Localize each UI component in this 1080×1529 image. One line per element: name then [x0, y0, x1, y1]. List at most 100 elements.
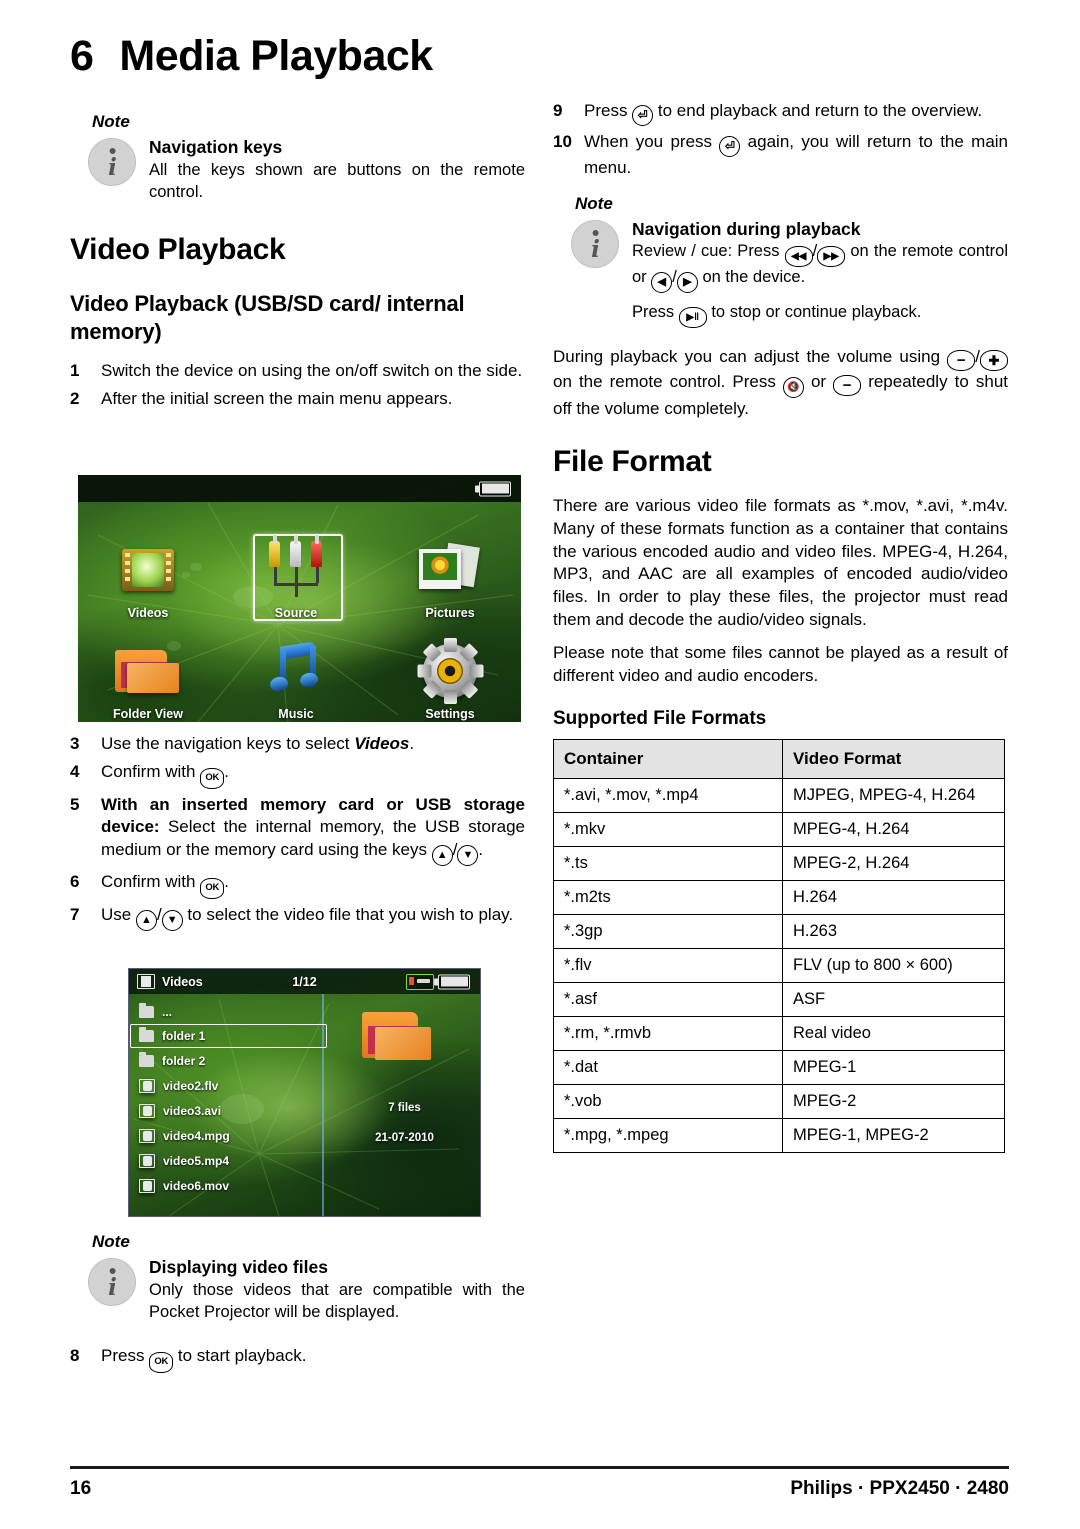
heading-file-format: File Format [553, 444, 712, 478]
rewind-key-icon: ◀◀ [784, 246, 813, 268]
menu-item-source[interactable]: Source [236, 534, 356, 620]
menu-item-label: Settings [425, 707, 475, 721]
list-item[interactable]: video6.mov [129, 1173, 329, 1198]
menu-item-pictures[interactable]: Pictures [390, 534, 510, 620]
file-format-paragraph-1: There are various video file formats as … [553, 496, 1008, 629]
list-item[interactable]: video2.flv [129, 1073, 329, 1098]
note-label: Note [92, 1232, 130, 1251]
menu-item-music[interactable]: Music [236, 635, 356, 721]
table-row: *.avi, *.mov, *.mp4 MJPEG, MPEG-4, H.264 [553, 778, 1005, 814]
menu-item-videos[interactable]: Videos [88, 534, 208, 620]
ok-key-icon: OK [149, 1352, 174, 1374]
note-body-2: Press ▶ǁ to stop or continue playback. [632, 302, 1008, 329]
list-item[interactable]: video3.avi [129, 1098, 329, 1123]
note-label: Note [92, 112, 130, 131]
step-9: 9 Press ⏎ to end playback and return to t… [553, 100, 1008, 126]
table-row: *.3gp H.263 [553, 914, 1005, 950]
table-body: *.avi, *.mov, *.mp4 MJPEG, MPEG-4, H.264 … [553, 778, 1005, 1154]
footer-product: Philips · PPX2450 · 2480 [790, 1478, 1009, 1499]
volume-up-key-icon: ✚ [980, 350, 1008, 372]
list-item[interactable]: ... [129, 999, 329, 1024]
steps-list-3: 9 Press ⏎ to end playback and return to t… [553, 100, 1008, 180]
film-icon [137, 974, 155, 989]
step-6: 6 Confirm with OK. [70, 871, 525, 899]
list-item[interactable]: video4.mpg [129, 1123, 329, 1148]
menu-item-label: Source [274, 606, 318, 620]
info-icon: i [88, 1258, 136, 1306]
table-row: *.rm, *.rmvb Real video [553, 1016, 1005, 1052]
table-row: *.mpg, *.mpeg MPEG-1, MPEG-2 [553, 1118, 1005, 1154]
battery-icon [475, 481, 511, 496]
menu-item-label: Folder View [113, 707, 183, 721]
folder-icon [88, 635, 208, 707]
supported-formats-table: Container Video Format *.avi, *.mov, *.m… [553, 739, 1005, 1154]
column-header-container: Container [553, 739, 783, 780]
folder-icon [139, 1002, 154, 1018]
steps-list-2: 3 Use the navigation keys to select Video… [70, 733, 525, 936]
table-row: *.m2ts H.264 [553, 880, 1005, 916]
folder-preview-icon [362, 1008, 434, 1064]
film-icon [139, 1078, 155, 1093]
list-item[interactable]: folder 2 [129, 1048, 329, 1073]
table-row: *.asf ASF [553, 982, 1005, 1018]
film-icon [139, 1103, 155, 1118]
step-10: 10 When you press ⏎ again, you will retur… [553, 132, 1009, 177]
note-navigation-during-playback: Note i Navigation during playback Review… [553, 194, 1008, 329]
column-header-video-format: Video Format [782, 739, 1005, 780]
fast-forward-key-icon: ▶▶ [817, 246, 846, 268]
note-body: All the keys shown are buttons on the re… [149, 160, 525, 201]
volume-down-key-icon: − [833, 375, 862, 397]
usb-card-icon [406, 973, 434, 990]
right-column: 9 Press ⏎ to end playback and return to t… [553, 100, 1008, 1154]
step-7: 7 Use ▲ / ▼ to select the video file that y… [70, 904, 525, 931]
table-row: *.mkv MPEG-4, H.264 [553, 812, 1005, 848]
table-row: *.flv FLV (up to 800 × 600) [553, 948, 1005, 984]
menu-item-label: Music [278, 707, 314, 721]
file-detail-panel: 7 files 21-07-2010 [329, 994, 480, 1216]
steps-list-1: 1 Switch the device on using the on/off s… [70, 360, 525, 410]
note-body: Only those videos that are compatible wi… [149, 1280, 525, 1321]
folder-icon [139, 1027, 154, 1042]
detail-date: 21-07-2010 [375, 1131, 434, 1144]
down-key-icon: ▼ [161, 909, 183, 931]
volume-paragraph: During playback you can adjust the volum… [553, 347, 1008, 419]
list-item-selected[interactable]: folder 1 [130, 1024, 328, 1048]
film-icon [88, 534, 208, 606]
page-title: 6 Media Playback [70, 32, 433, 80]
menu-item-settings[interactable]: Settings [390, 635, 510, 721]
step-5: 5 With an inserted memory card or USB sto… [70, 794, 525, 866]
heading-video-playback-usb: Video Playback (USB/SD card/ internal me… [70, 290, 465, 344]
gear-icon [390, 635, 510, 707]
up-key-icon: ▲ [135, 909, 157, 931]
volume-down-key-icon: − [947, 350, 976, 372]
info-icon: i [88, 138, 136, 186]
file-browser-counter: 1/12 [292, 974, 317, 989]
music-note-icon [236, 635, 356, 707]
file-list: ... folder 1 folder 2 video2.flv video3.… [129, 994, 329, 1216]
heading-supported-file-formats: Supported File Formats [553, 708, 767, 730]
film-icon [139, 1153, 155, 1168]
mute-key-icon: 🔇 [782, 377, 804, 399]
note-displaying-video-files: Note i Displaying video files Only those… [70, 1232, 525, 1378]
list-item[interactable]: video5.mp4 [129, 1148, 329, 1173]
film-icon [139, 1178, 155, 1193]
note-label: Note [575, 193, 613, 213]
chapter-number: 6 [70, 32, 94, 80]
page-number: 16 [70, 1478, 92, 1499]
footer: 16 Philips · PPX2450 · 2480 [70, 1478, 1009, 1500]
file-browser-title: Videos [162, 974, 203, 989]
rca-cables-icon [236, 534, 356, 606]
table-header-row: Container Video Format [553, 739, 1005, 780]
step-3: 3 Use the navigation keys to select Video… [70, 734, 415, 753]
menu-item-folder-view[interactable]: Folder View [88, 635, 208, 721]
step-1: 1 Switch the device on using the on/off s… [70, 361, 523, 381]
file-format-paragraph-2: Please note that some files cannot be pl… [553, 643, 1008, 685]
step-8: 8 Press OK to start playback. [70, 1345, 525, 1374]
film-icon [139, 1128, 155, 1143]
heading-video-playback: Video Playback [70, 233, 286, 267]
screenshot-main-menu: Videos Source Pictures Folder View Music… [78, 475, 521, 722]
screenshot-file-browser: Videos 1/12 ... folder 1 folder 2 video2… [128, 968, 481, 1217]
manual-page: 6 Media Playback Note i Navigation keys A… [0, 0, 1080, 1529]
table-row: *.vob MPEG-2 [553, 1084, 1005, 1120]
folder-icon [139, 1051, 154, 1067]
